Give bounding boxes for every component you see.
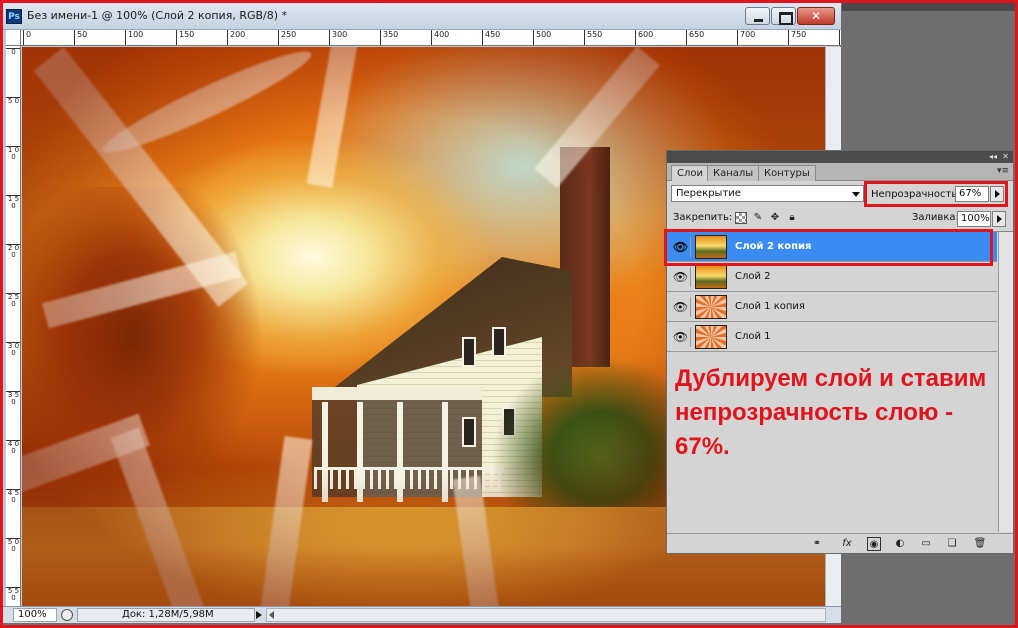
panel-close-icon[interactable]: ✕ bbox=[1002, 152, 1009, 162]
close-icon: ✕ bbox=[810, 9, 822, 23]
ruler-tick-label: 300 bbox=[329, 30, 347, 45]
status-info-icon[interactable] bbox=[61, 609, 73, 621]
layer-thumbnail bbox=[695, 325, 727, 349]
panel-menu-icon[interactable]: ▾≡ bbox=[997, 166, 1009, 176]
panel-footer: ⚭ fx ◉ ◐ ▭ ❏ 🗑︎ bbox=[667, 533, 1013, 553]
ruler-tick-label: 0 bbox=[23, 30, 31, 45]
status-bar: 100% Док: 1,28M/5,98M bbox=[3, 606, 841, 623]
blend-mode-select[interactable]: Перекрытие bbox=[671, 185, 864, 202]
ruler-tick-label: 3 5 0 bbox=[6, 391, 20, 406]
minimize-button[interactable] bbox=[745, 7, 770, 25]
horizontal-ruler[interactable]: 0 50 100 150 200 250 300 350 400 450 500 550 600 650 7… bbox=[21, 30, 841, 46]
link-layers-icon[interactable]: ⚭ bbox=[810, 537, 824, 551]
opacity-input[interactable]: 67% bbox=[955, 186, 989, 202]
ruler-tick-label: 450 bbox=[482, 30, 500, 45]
lock-all-icon[interactable]: 🔒︎ bbox=[786, 212, 798, 224]
layer-list-scrollbar[interactable] bbox=[998, 232, 1013, 532]
zoom-field[interactable]: 100% bbox=[13, 608, 57, 622]
fill-label: Заливка: bbox=[912, 212, 959, 223]
ruler-tick-label: 5 5 0 bbox=[6, 587, 20, 602]
panel-dock-bar bbox=[842, 3, 1015, 11]
panel-header[interactable]: ◂◂ ✕ bbox=[667, 151, 1013, 163]
layer-name: Слой 1 bbox=[735, 331, 771, 342]
ruler-tick-label: 3 0 0 bbox=[6, 342, 20, 357]
layer-row[interactable]: 👁︎ Слой 2 bbox=[667, 262, 997, 292]
ruler-tick-label: 600 bbox=[635, 30, 653, 45]
ruler-tick-label: 100 bbox=[125, 30, 143, 45]
selected-layer-highlight-box bbox=[664, 229, 993, 266]
close-button[interactable]: ✕ bbox=[797, 7, 835, 25]
lock-pixels-brush-icon[interactable]: ✎ bbox=[752, 212, 764, 224]
vertical-ruler[interactable]: 0 5 0 1 0 0 1 5 0 2 0 0 2 5 0 3 0 0 3 5 0 4 0 0 4… bbox=[6, 46, 21, 606]
status-menu-arrow-icon[interactable] bbox=[256, 611, 262, 619]
ruler-tick-label: 150 bbox=[176, 30, 194, 45]
ruler-tick-label: 2 0 0 bbox=[6, 244, 20, 259]
photoshop-icon: Ps bbox=[6, 9, 22, 24]
layers-panel: ◂◂ ✕ Слои Каналы Контуры ▾≡ Перекрытие Н… bbox=[666, 150, 1014, 554]
tab-layers[interactable]: Слои bbox=[671, 165, 709, 181]
ruler-tick-label: 250 bbox=[278, 30, 296, 45]
layer-name: Слой 2 bbox=[735, 271, 771, 282]
add-mask-icon[interactable]: ◉ bbox=[867, 537, 881, 551]
document-titlebar[interactable]: Ps Без имени-1 @ 100% (Слой 2 копия, RGB… bbox=[3, 3, 841, 30]
collapse-icon[interactable]: ◂◂ bbox=[989, 152, 997, 162]
ruler-tick-label: 2 5 0 bbox=[6, 293, 20, 308]
ruler-tick-label: 1 5 0 bbox=[6, 195, 20, 210]
lock-label: Закрепить: bbox=[673, 212, 733, 223]
layer-row[interactable]: 👁︎ Слой 1 копия bbox=[667, 292, 997, 322]
tutorial-annotation: Дублируем слой и ставим непрозрачность с… bbox=[675, 365, 987, 460]
layer-list: 👁︎ Слой 2 копия 👁︎ Слой 2 👁︎ Слой 1 копи… bbox=[667, 231, 1013, 532]
maximize-button[interactable] bbox=[771, 7, 796, 25]
layer-row[interactable]: 👁︎ Слой 1 bbox=[667, 322, 997, 352]
ruler-tick-label: 5 0 0 bbox=[6, 538, 20, 553]
ruler-tick-label: 5 0 bbox=[6, 97, 20, 105]
eye-visibility-icon[interactable]: 👁︎ bbox=[671, 327, 691, 347]
scroll-left-icon[interactable] bbox=[269, 611, 274, 619]
trash-icon[interactable]: 🗑︎ bbox=[973, 537, 987, 551]
fill-slider-button[interactable] bbox=[992, 211, 1006, 227]
opacity-slider-button[interactable] bbox=[990, 186, 1004, 202]
ruler-tick-label: 500 bbox=[533, 30, 551, 45]
eye-visibility-icon[interactable]: 👁︎ bbox=[671, 297, 691, 317]
lock-transparency-icon[interactable] bbox=[735, 212, 747, 224]
blend-mode-value: Перекрытие bbox=[676, 188, 741, 199]
document-title: Без имени-1 @ 100% (Слой 2 копия, RGB/8)… bbox=[27, 9, 288, 22]
ruler-tick-label: 800 bbox=[839, 30, 841, 45]
opacity-highlight-box: Непрозрачность: 67% bbox=[864, 181, 1008, 207]
adjustment-layer-icon[interactable]: ◐ bbox=[893, 537, 907, 551]
ruler-tick-label: 650 bbox=[686, 30, 704, 45]
tab-paths[interactable]: Контуры bbox=[758, 165, 816, 181]
layer-thumbnail bbox=[695, 295, 727, 319]
ruler-origin[interactable] bbox=[6, 30, 21, 46]
ruler-tick-label: 4 0 0 bbox=[6, 440, 20, 455]
horizontal-scrollbar[interactable] bbox=[266, 608, 826, 622]
ruler-tick-label: 750 bbox=[788, 30, 806, 45]
ruler-tick-label: 700 bbox=[737, 30, 755, 45]
tab-channels[interactable]: Каналы bbox=[707, 165, 760, 181]
ruler-tick-label: 200 bbox=[227, 30, 245, 45]
document-size-info: Док: 1,28M/5,98M bbox=[77, 608, 255, 622]
new-group-icon[interactable]: ▭ bbox=[919, 537, 933, 551]
ruler-tick-label: 550 bbox=[584, 30, 602, 45]
ruler-tick-label: 350 bbox=[380, 30, 398, 45]
opacity-label: Непрозрачность: bbox=[871, 189, 961, 200]
ruler-tick-label: 4 5 0 bbox=[6, 489, 20, 504]
fx-icon[interactable]: fx bbox=[840, 537, 854, 551]
ruler-tick-label: 1 0 0 bbox=[6, 146, 20, 161]
panel-tabs: Слои Каналы Контуры ▾≡ bbox=[667, 163, 1013, 181]
ruler-tick-label: 50 bbox=[74, 30, 87, 45]
chevron-down-icon bbox=[852, 192, 860, 197]
new-layer-icon[interactable]: ❏ bbox=[945, 537, 959, 551]
fill-input[interactable]: 100% bbox=[957, 211, 991, 227]
lock-position-move-icon[interactable]: ✥ bbox=[769, 212, 781, 224]
lock-row: Закрепить: ✎ ✥ 🔒︎ Заливка: 100% bbox=[667, 209, 1013, 229]
layer-thumbnail bbox=[695, 265, 727, 289]
eye-visibility-icon[interactable]: 👁︎ bbox=[671, 267, 691, 287]
layer-name: Слой 1 копия bbox=[735, 301, 805, 312]
ruler-tick-label: 400 bbox=[431, 30, 449, 45]
ruler-tick-label: 0 bbox=[6, 48, 20, 56]
